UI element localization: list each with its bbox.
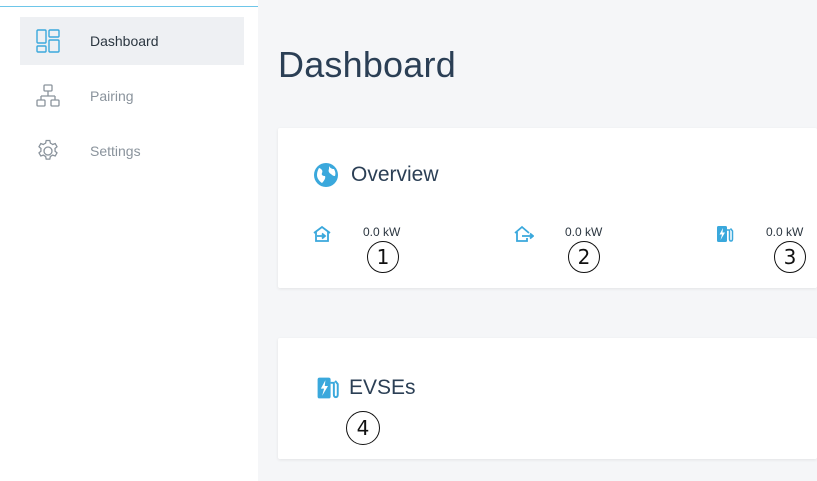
sidebar-item-label: Settings	[90, 143, 141, 159]
metric-value: 0.0 kW	[565, 225, 603, 239]
metric-value: 0.0 kW	[766, 225, 804, 239]
house-export-icon	[514, 224, 534, 244]
metric-value: 0.0 kW	[363, 225, 401, 239]
sidebar-top-divider	[0, 6, 258, 7]
sidebar-item-dashboard[interactable]: Dashboard	[20, 17, 244, 65]
house-import-icon	[312, 224, 332, 244]
sidebar-item-label: Pairing	[90, 88, 134, 104]
evses-card: EVSEs 4	[278, 338, 817, 459]
overview-card-title: Overview	[313, 162, 439, 188]
sidebar-item-label: Dashboard	[90, 33, 159, 49]
pairing-icon	[34, 82, 62, 110]
annotation-badge-4: 4	[346, 411, 380, 445]
sidebar-item-pairing[interactable]: Pairing	[20, 72, 244, 120]
sidebar-item-settings[interactable]: Settings	[20, 127, 244, 175]
gear-icon	[34, 137, 62, 165]
metric-grid-import: 0.0 kW	[312, 224, 400, 244]
sidebar: Dashboard Pairing Settings	[0, 0, 258, 481]
annotation-badge-2: 2	[568, 241, 600, 273]
metric-charging: 0.0 kW	[715, 224, 803, 244]
evses-title-text: EVSEs	[349, 376, 416, 399]
annotation-badge-1: 1	[367, 241, 399, 273]
globe-icon	[313, 162, 339, 188]
evses-card-title: EVSEs	[315, 375, 416, 401]
metric-grid-export: 0.0 kW	[514, 224, 602, 244]
page-title: Dashboard	[278, 44, 456, 85]
main-content: Dashboard Overview 0.0 kW 0.0 kW 0.0 kW …	[258, 0, 817, 481]
charger-icon	[715, 224, 735, 244]
dashboard-icon	[34, 27, 62, 55]
annotation-badge-3: 3	[774, 241, 806, 273]
overview-title-text: Overview	[351, 163, 439, 186]
overview-card: Overview 0.0 kW 0.0 kW 0.0 kW 1 2 3	[278, 128, 817, 288]
charger-icon	[315, 375, 341, 401]
